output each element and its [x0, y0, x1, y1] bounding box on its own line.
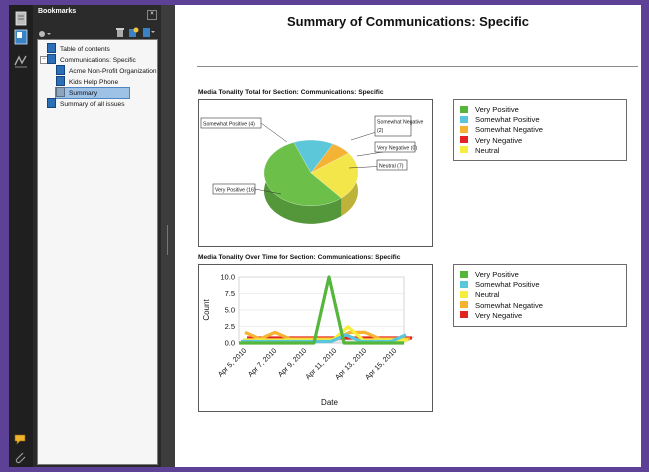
bookmark-label: Acme Non-Profit Organization	[69, 67, 157, 75]
y-tick-label: 0.0	[225, 339, 235, 348]
attachments-icon[interactable]	[13, 450, 29, 466]
legend-label: Somewhat Negative	[475, 125, 543, 135]
pie-data-label: Neutral (7)	[379, 164, 404, 170]
bookmark-label: Table of contents	[60, 45, 110, 53]
legend-swatch	[460, 311, 468, 319]
line-legend-item: Very Positive	[460, 270, 519, 280]
line-legend-item: Very Negative	[460, 311, 522, 321]
pie-chart: Somewhat Positive (4) Somewhat Negative (2…	[200, 115, 424, 224]
comments-icon[interactable]	[13, 431, 29, 447]
splitter-grip[interactable]	[167, 225, 168, 255]
bookmark-item-selected[interactable]: Summary	[55, 87, 130, 99]
pages-icon[interactable]	[13, 11, 29, 27]
pie-legend-item: Very Negative	[460, 136, 522, 146]
pie-legend-item: Very Positive	[460, 105, 519, 115]
line-legend-item: Neutral	[460, 290, 499, 300]
bookmark-icon	[47, 98, 56, 108]
legend-label: Very Negative	[475, 135, 523, 145]
panel-splitter[interactable]	[161, 5, 175, 467]
bookmark-tree: Table of contents − Communications: Spec…	[37, 39, 158, 465]
legend-label: Very Positive	[475, 270, 519, 279]
pie-leader-line	[260, 122, 288, 143]
legend-label: Neutral	[475, 145, 500, 155]
signatures-icon[interactable]	[13, 53, 29, 69]
pie-legend-item: Neutral	[460, 146, 499, 156]
line-chart: 10.0 7.5 5.0 2.5 0.0 Count Apr 5, 2010Apr 7, 2…	[202, 273, 415, 407]
bookmark-item[interactable]: Communications: Specific	[47, 54, 136, 65]
divider	[197, 66, 638, 67]
pie-chart-title: Media Tonality Total for Section: Commun…	[198, 89, 384, 96]
bookmarks-panel-title: Bookmarks	[38, 8, 77, 15]
bookmark-label: Communications: Specific	[60, 56, 136, 64]
line-chart-legend: Very Positive Somewhat Positive Neutral Som…	[453, 264, 627, 327]
bookmarks-icon[interactable]	[13, 29, 29, 45]
y-axis-label: Count	[202, 299, 211, 321]
bookmark-icon	[56, 65, 65, 75]
x-tick-label: Apr 5, 2010	[216, 346, 249, 379]
line-legend-item: Somewhat Positive	[460, 280, 540, 290]
bookmark-icon	[56, 87, 65, 97]
bookmarks-panel: Bookmarks × Table of contents − Communic…	[33, 5, 161, 467]
page-title: Summary of Communications: Specific	[287, 14, 529, 29]
pie-data-label: Somewhat Positive (4)	[203, 122, 255, 128]
legend-label: Very Negative	[475, 310, 523, 320]
bookmark-icon	[56, 76, 65, 86]
bookmark-item[interactable]: Summary of all issues	[47, 98, 125, 109]
legend-swatch	[460, 115, 468, 123]
pie-legend-item: Somewhat Negative	[460, 125, 543, 135]
bookmark-label: Kids Help Phone	[69, 78, 119, 86]
line-chart-frame: 10.0 7.5 5.0 2.5 0.0 Count Apr 5, 2010 Apr 7, 2…	[198, 264, 433, 412]
app-window: Bookmarks × Table of contents − Communic…	[0, 0, 649, 472]
bookmark-item[interactable]: Kids Help Phone	[56, 76, 119, 87]
pie-chart-frame: Somewhat Positive (4) Somewhat Negative (2…	[198, 99, 433, 247]
close-panel-button[interactable]: ×	[147, 10, 157, 20]
pie-legend-item: Somewhat Positive	[460, 115, 540, 125]
legend-swatch	[460, 125, 468, 133]
bookmarks-panel-header: Bookmarks ×	[33, 5, 161, 23]
navigation-pane-bar	[9, 5, 33, 467]
legend-swatch	[460, 136, 468, 144]
pie-data-label: Somewhat Negative	[377, 120, 424, 126]
legend-swatch	[460, 280, 468, 288]
legend-label: Somewhat Negative	[475, 300, 543, 310]
bookmark-item[interactable]: Table of contents	[47, 43, 110, 54]
x-tick-label: Apr 7, 2010	[246, 346, 279, 379]
legend-swatch	[460, 270, 468, 278]
pie-data-label: (2)	[377, 128, 384, 134]
legend-label: Somewhat Positive	[475, 115, 540, 125]
x-axis-label: Date	[321, 398, 338, 407]
y-tick-label: 2.5	[225, 322, 235, 331]
bookmark-label: Summary of all issues	[60, 100, 125, 108]
bookmarks-toolbar	[33, 23, 161, 39]
legend-label: Very Positive	[475, 105, 519, 114]
document-page: Summary of Communications: Specific Medi…	[175, 5, 641, 467]
bookmark-icon	[47, 54, 56, 64]
legend-swatch	[460, 290, 468, 298]
legend-swatch	[460, 105, 468, 113]
bookmark-icon	[47, 43, 56, 53]
y-tick-label: 7.5	[225, 289, 235, 298]
legend-swatch	[460, 146, 468, 154]
line-legend-item: Somewhat Negative	[460, 301, 543, 311]
y-tick-label: 5.0	[225, 306, 235, 315]
x-tick-label: Apr 15, 2010	[363, 346, 398, 381]
pie-data-label: Very Positive (16)	[215, 188, 256, 194]
pie-chart-legend: Very Positive Somewhat Positive Somewhat N…	[453, 99, 627, 161]
legend-swatch	[460, 301, 468, 309]
legend-label: Neutral	[475, 290, 500, 300]
legend-label: Somewhat Positive	[475, 280, 540, 290]
bookmark-label: Summary	[69, 89, 98, 97]
pie-data-label: Very Negative (0)	[377, 146, 417, 152]
line-chart-title: Media Tonality Over Time for Section: Co…	[198, 254, 401, 261]
y-tick-label: 10.0	[220, 273, 235, 282]
bookmark-item[interactable]: Acme Non-Profit Organization	[56, 65, 157, 76]
